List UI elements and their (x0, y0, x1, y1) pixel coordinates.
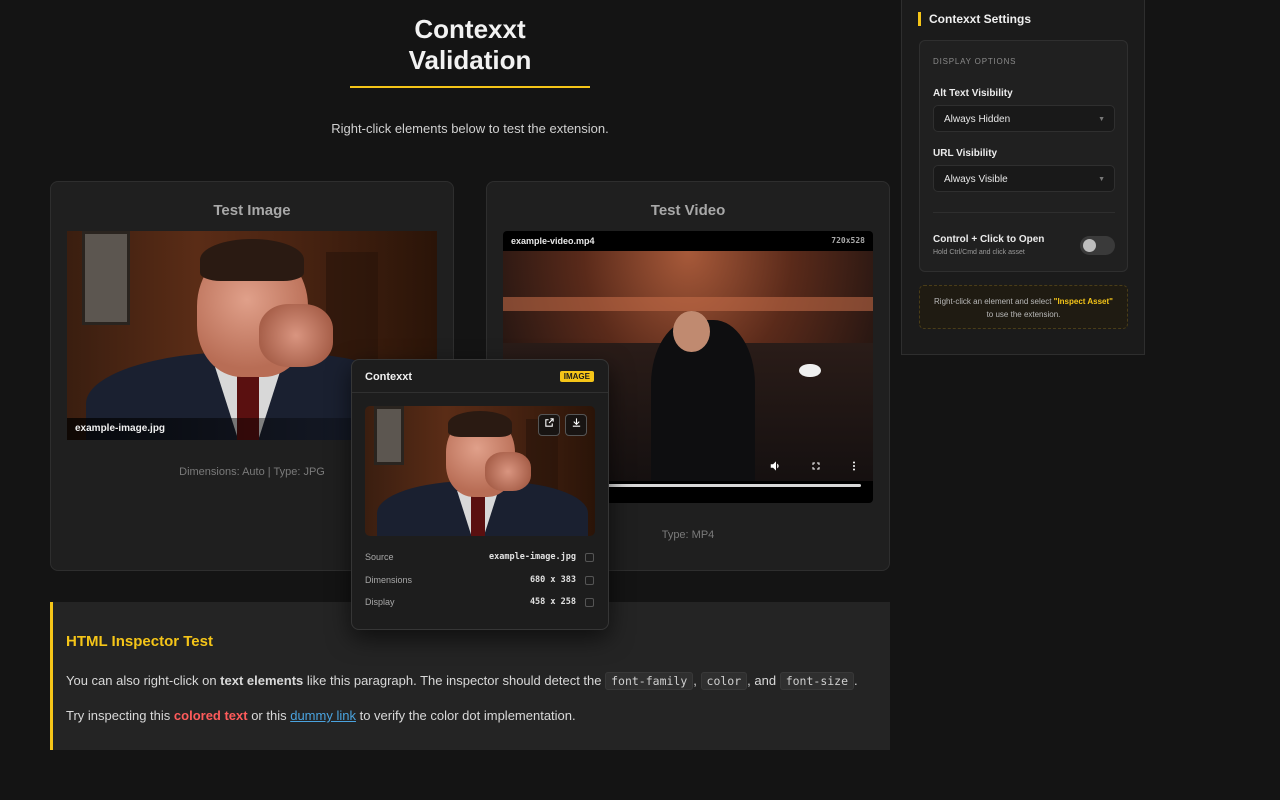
inspector-paragraph-2[interactable]: Try inspecting this colored text or this… (66, 708, 576, 723)
settings-panel: Contexxt Settings DISPLAY OPTIONS Alt Te… (901, 0, 1145, 355)
usage-tip: Right-click an element and select "Inspe… (919, 285, 1128, 329)
row-key: Source (365, 552, 394, 562)
divider (933, 212, 1115, 213)
chevron-down-icon: ▼ (1098, 176, 1105, 183)
copy-icon[interactable] (585, 576, 594, 585)
page-title: Contexxt Validation (350, 14, 590, 88)
tip-text-end: to use the extension. (986, 310, 1061, 319)
row-key: Dimensions (365, 575, 413, 585)
copy-icon[interactable] (585, 598, 594, 607)
page-subtitle: Right-click elements below to test the e… (331, 121, 609, 136)
video-resolution: 720x528 (831, 236, 865, 245)
chevron-down-icon: ▼ (1098, 116, 1105, 123)
ctrl-click-hint: Hold Ctrl/Cmd and click asset (933, 249, 1025, 256)
p2-after: to verify the color dot implementation. (355, 708, 576, 723)
url-visibility-label: URL Visibility (933, 148, 998, 159)
popup-row-source: Source example-image.jpg (365, 552, 594, 566)
popup-row-dimensions: Dimensions 680 x 383 (365, 575, 594, 589)
copy-icon[interactable] (585, 553, 594, 562)
contexxt-popup: Contexxt IMAGE Source example-image.jpg … (351, 359, 609, 630)
row-value: example-image.jpg (489, 552, 576, 562)
p1-sep2: , and (747, 673, 777, 688)
display-options-label: DISPLAY OPTIONS (933, 57, 1017, 66)
p2-text: Try inspecting this (66, 708, 174, 723)
image-card-title: Test Image (213, 202, 291, 219)
alt-text-select[interactable]: Always Hidden ▼ (933, 105, 1115, 132)
popup-row-display: Display 458 x 258 (365, 597, 594, 611)
row-value: 680 x 383 (529, 575, 576, 585)
p1-sep1: , (693, 673, 697, 688)
ctrl-click-label: Control + Click to Open (933, 234, 1045, 245)
code-color: color (700, 672, 748, 690)
p1-middle: like this paragraph. The inspector shoul… (303, 673, 606, 688)
inspector-heading: HTML Inspector Test (66, 633, 213, 650)
p1-bold: text elements (220, 673, 304, 688)
popup-title: Contexxt (365, 371, 413, 383)
ctrl-click-toggle[interactable] (1080, 236, 1115, 255)
url-visibility-value: Always Visible (944, 174, 1008, 185)
inspector-paragraph-1[interactable]: You can also right-click on text element… (66, 672, 858, 690)
p1-text: You can also right-click on (66, 673, 221, 688)
row-value: 458 x 258 (529, 597, 576, 607)
download-icon[interactable] (565, 414, 587, 436)
code-font-size: font-size (779, 672, 855, 690)
popup-preview-image (365, 406, 595, 536)
external-link-icon[interactable] (538, 414, 560, 436)
display-options-box: DISPLAY OPTIONS Alt Text Visibility Alwa… (919, 40, 1128, 272)
popup-type-badge: IMAGE (559, 371, 594, 382)
alt-text-label: Alt Text Visibility (933, 88, 1013, 99)
dummy-link[interactable]: dummy link (290, 708, 356, 723)
colored-text[interactable]: colored text (174, 708, 248, 723)
code-font-family: font-family (605, 672, 694, 690)
fullscreen-icon[interactable] (807, 459, 825, 477)
row-key: Display (365, 597, 395, 607)
url-visibility-select[interactable]: Always Visible ▼ (933, 165, 1115, 192)
tip-text: Right-click an element and select (934, 297, 1054, 306)
video-filename: example-video.mp4 (511, 236, 595, 246)
tip-highlight: "Inspect Asset" (1053, 297, 1113, 306)
p2-middle: or this (247, 708, 291, 723)
alt-text-value: Always Hidden (944, 114, 1011, 125)
volume-icon[interactable] (767, 459, 785, 477)
video-card-title: Test Video (650, 202, 726, 219)
p1-end: . (854, 673, 858, 688)
more-vert-icon[interactable] (845, 459, 863, 477)
settings-title: Contexxt Settings (918, 12, 1031, 26)
